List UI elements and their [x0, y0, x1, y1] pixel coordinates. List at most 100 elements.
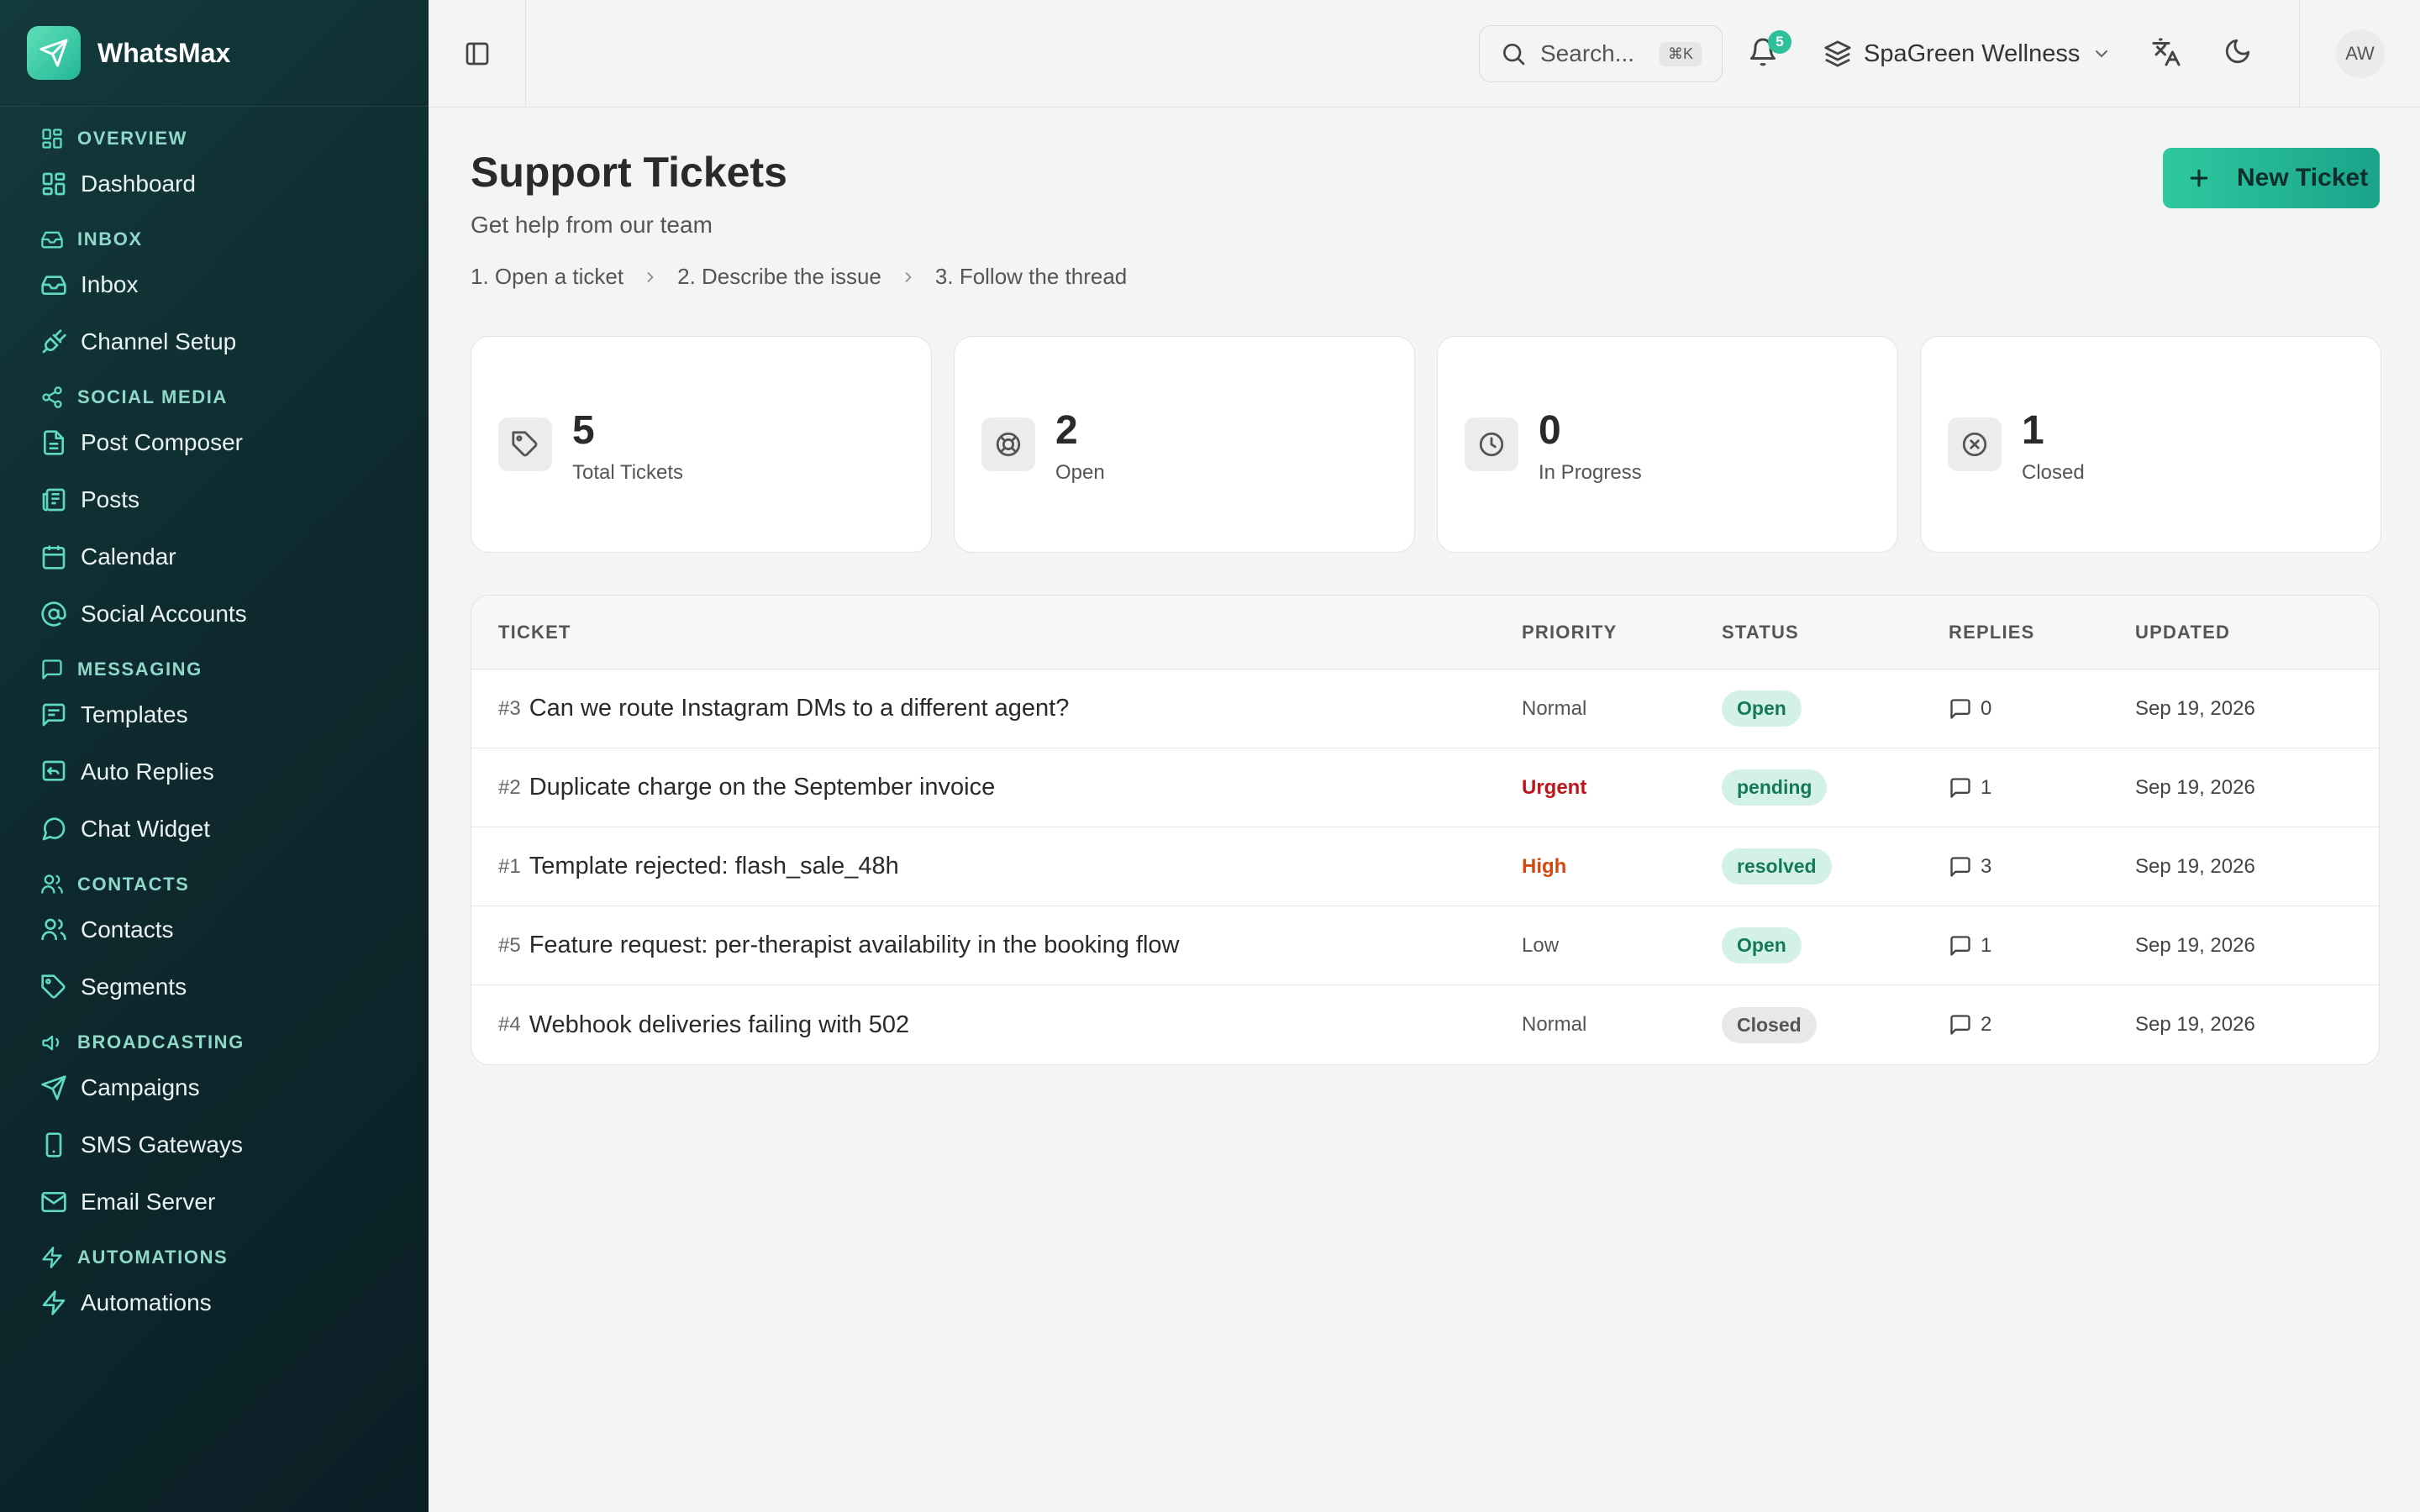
sidebar-item-campaigns[interactable]: Campaigns — [0, 1059, 429, 1116]
sidebar-item-automations[interactable]: Automations — [0, 1274, 429, 1331]
workspace-switcher[interactable]: SpaGreen Wellness — [1823, 25, 2112, 82]
stat-label: Closed — [2022, 461, 2085, 484]
column-header-replies[interactable]: REPLIES — [1949, 622, 2135, 643]
lifebuoy-icon — [981, 417, 1035, 471]
search-input[interactable]: Search... ⌘K — [1479, 25, 1723, 82]
replies-count: 1 — [1981, 775, 1992, 799]
user-menu[interactable]: AW — [2299, 0, 2420, 107]
message-square-icon — [1949, 934, 1972, 958]
sidebar-item-chat-widget[interactable]: Chat Widget — [0, 801, 429, 858]
newspaper-icon — [40, 486, 67, 513]
notifications-button[interactable]: 5 — [1748, 30, 1791, 71]
column-header-ticket[interactable]: TICKET — [471, 622, 1522, 643]
new-ticket-button[interactable]: New Ticket — [2163, 148, 2380, 208]
sidebar-toggle-button[interactable] — [429, 0, 526, 107]
language-button[interactable] — [2151, 37, 2181, 67]
languages-icon — [2151, 37, 2181, 67]
users-icon — [40, 873, 64, 896]
chevron-down-icon — [2091, 44, 2112, 64]
steps-breadcrumb: 1. Open a ticket 2. Describe the issue 3… — [471, 264, 1127, 290]
app-name: WhatsMax — [97, 37, 231, 68]
tag-icon — [40, 974, 67, 1000]
nav-section-automations: AUTOMATIONS — [0, 1241, 429, 1274]
ticket-title[interactable]: Feature request: per-therapist availabil… — [529, 932, 1180, 959]
workspace-name: SpaGreen Wellness — [1864, 39, 2081, 67]
table-row[interactable]: #3 Can we route Instagram DMs to a diffe… — [471, 669, 2379, 748]
sidebar-item-dashboard[interactable]: Dashboard — [0, 155, 429, 213]
status-badge: resolved — [1722, 848, 1832, 885]
sidebar-item-templates[interactable]: Templates — [0, 686, 429, 743]
smartphone-icon — [40, 1131, 67, 1158]
search-shortcut: ⌘K — [1659, 41, 1702, 66]
sidebar-item-auto-replies[interactable]: Auto Replies — [0, 743, 429, 801]
ticket-title[interactable]: Can we route Instagram DMs to a differen… — [529, 695, 1070, 722]
nav-section-overview: OVERVIEW — [0, 122, 429, 155]
nav-section-messaging: MESSAGING — [0, 653, 429, 686]
status-badge: pending — [1722, 769, 1828, 806]
sidebar-item-segments[interactable]: Segments — [0, 958, 429, 1016]
column-header-priority[interactable]: PRIORITY — [1522, 622, 1722, 643]
table-row[interactable]: #2 Duplicate charge on the September inv… — [471, 748, 2379, 827]
sidebar-item-email-server[interactable]: Email Server — [0, 1173, 429, 1231]
ticket-cell: #5 Feature request: per-therapist availa… — [471, 932, 1522, 959]
updated-date: Sep 19, 2026 — [2135, 696, 2255, 720]
ticket-title[interactable]: Template rejected: flash_sale_48h — [529, 853, 899, 880]
megaphone-icon — [40, 1031, 64, 1054]
template-icon — [40, 701, 67, 728]
nav-group-messaging: MESSAGING Templates Auto Replies Chat Wi… — [0, 653, 429, 858]
theme-toggle-button[interactable] — [2223, 37, 2252, 66]
ticket-title[interactable]: Webhook deliveries failing with 502 — [529, 1011, 909, 1039]
logo-icon — [27, 26, 81, 80]
updated-date: Sep 19, 2026 — [2135, 854, 2255, 878]
stat-value: 2 — [1055, 408, 1078, 453]
step-3: 3. Follow the thread — [934, 264, 1128, 289]
sidebar-item-sms-gateways[interactable]: SMS Gateways — [0, 1116, 429, 1173]
nav-section-broadcasting: BROADCASTING — [0, 1026, 429, 1059]
share-icon — [40, 386, 64, 409]
replies-count: 2 — [1981, 1013, 1992, 1036]
dashboard-icon — [40, 171, 67, 197]
sidebar-item-calendar[interactable]: Calendar — [0, 528, 429, 585]
moon-icon — [2223, 37, 2252, 66]
replies-cell: 0 — [1949, 697, 2135, 721]
nav-group-automations: AUTOMATIONS Automations — [0, 1241, 429, 1331]
nav-section-contacts: CONTACTS — [0, 868, 429, 901]
column-header-updated[interactable]: UPDATED — [2135, 622, 2379, 643]
chevron-right-icon — [642, 269, 659, 286]
ticket-number: #5 — [498, 933, 521, 957]
replies-cell: 2 — [1949, 1013, 2135, 1037]
zap-icon — [40, 1246, 64, 1269]
ticket-number: #1 — [498, 854, 521, 878]
replies-count: 0 — [1981, 696, 1992, 720]
table-row[interactable]: #5 Feature request: per-therapist availa… — [471, 906, 2379, 985]
avatar: AW — [2335, 29, 2385, 78]
at-sign-icon — [40, 601, 67, 627]
brand[interactable]: WhatsMax — [0, 0, 429, 107]
sidebar-item-posts[interactable]: Posts — [0, 471, 429, 528]
table-row[interactable]: #1 Template rejected: flash_sale_48h Hig… — [471, 827, 2379, 906]
table-row[interactable]: #4 Webhook deliveries failing with 502 N… — [471, 985, 2379, 1064]
replies-cell: 1 — [1949, 776, 2135, 800]
x-circle-icon — [1948, 417, 2002, 471]
sidebar-item-post-composer[interactable]: Post Composer — [0, 414, 429, 471]
sidebar: WhatsMax OVERVIEW Dashboard INBOX Inbox — [0, 0, 429, 1512]
stat-card-total: 5 Total Tickets — [471, 336, 932, 553]
inbox-icon — [40, 228, 64, 251]
sidebar-item-inbox[interactable]: Inbox — [0, 256, 429, 313]
column-header-status[interactable]: STATUS — [1722, 622, 1949, 643]
sidebar-item-contacts[interactable]: Contacts — [0, 901, 429, 958]
panel-left-icon — [464, 40, 491, 67]
ticket-title[interactable]: Duplicate charge on the September invoic… — [529, 774, 996, 801]
clock-icon — [1465, 417, 1518, 471]
plus-icon — [2186, 165, 2212, 191]
message-square-icon — [1949, 697, 1972, 721]
calendar-icon — [40, 543, 67, 570]
ticket-cell: #2 Duplicate charge on the September inv… — [471, 774, 1522, 801]
sidebar-item-social-accounts[interactable]: Social Accounts — [0, 585, 429, 643]
sidebar-item-channel-setup[interactable]: Channel Setup — [0, 313, 429, 370]
stat-value: 5 — [572, 408, 595, 453]
priority-label: Low — [1522, 933, 1560, 957]
ticket-cell: #1 Template rejected: flash_sale_48h — [471, 853, 1522, 880]
step-1: 1. Open a ticket — [471, 264, 624, 289]
chevron-right-icon — [900, 269, 917, 286]
